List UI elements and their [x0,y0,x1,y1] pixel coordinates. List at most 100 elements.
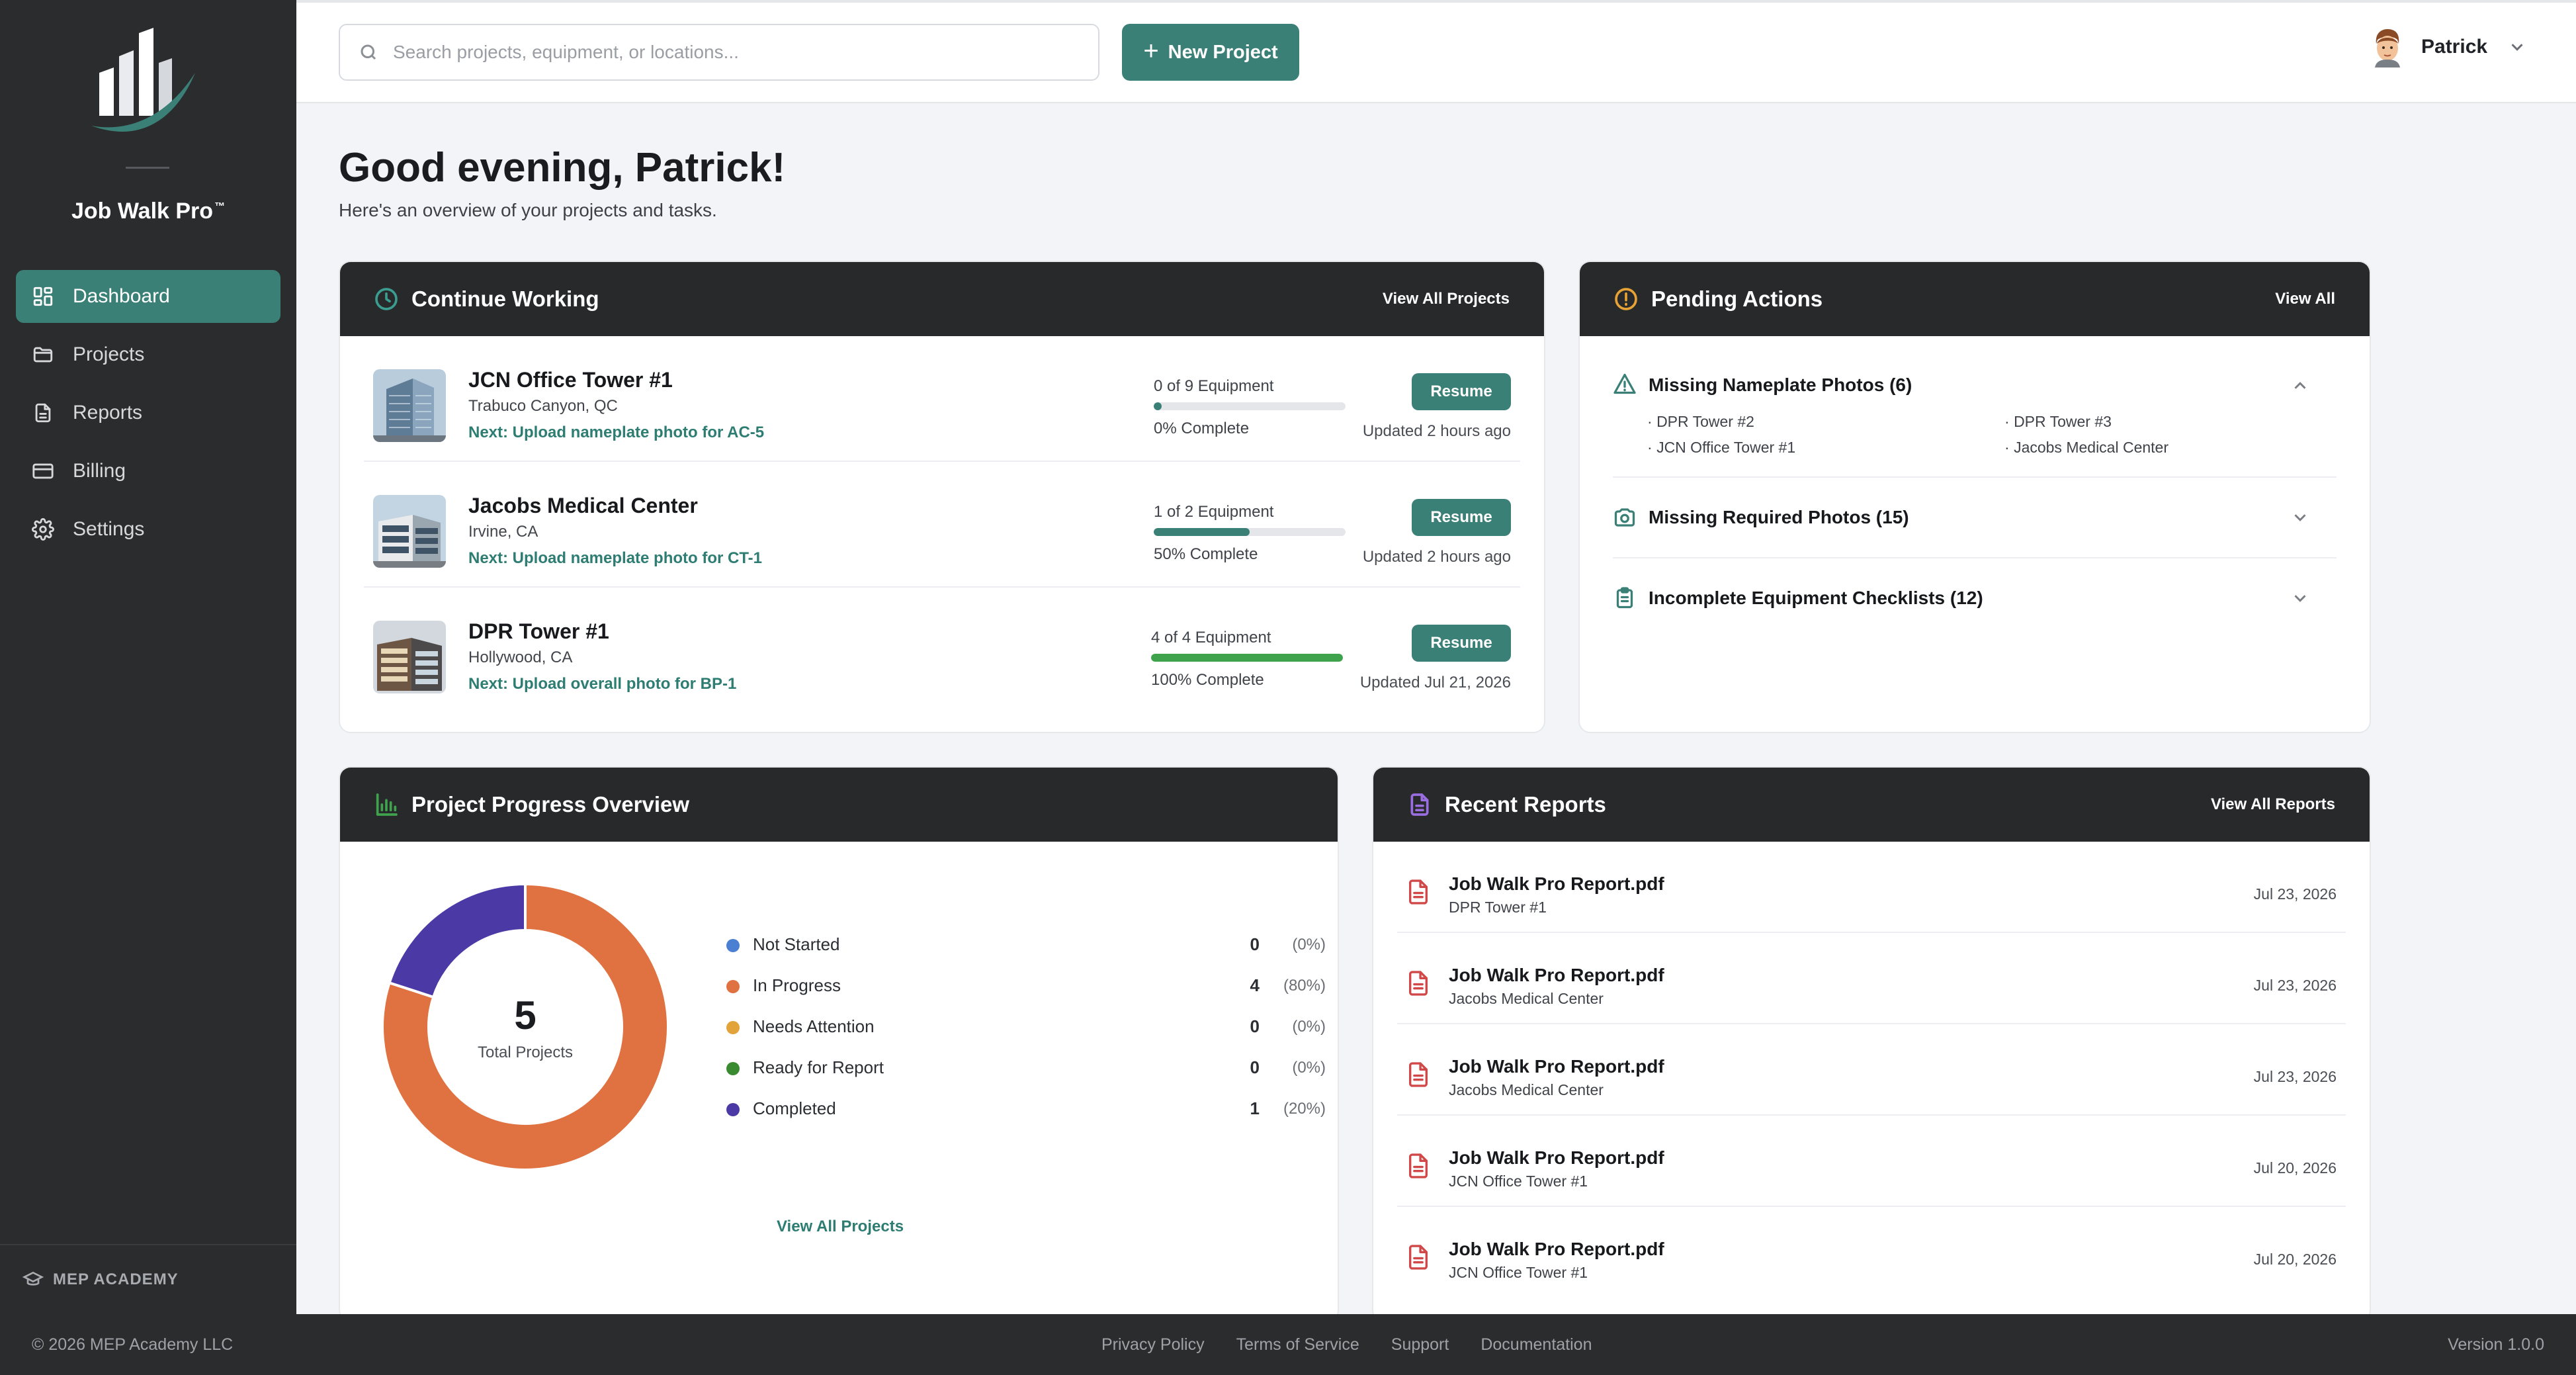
job-walk-pro-logo[interactable] [79,26,212,159]
report-document-icon [1410,793,1429,816]
equipment-count: 1 of 2 Equipment [1154,503,1274,521]
progress-percent: 0% Complete [1154,420,1250,437]
equipment-count: 4 of 4 Equipment [1151,629,1271,646]
project-row[interactable]: Jacobs Medical Center Irvine, CA Next: U… [364,462,1520,588]
card-title: Pending Actions [1651,287,1823,311]
sidebar-item-label: Dashboard [73,285,170,307]
view-all-link[interactable]: View All [2275,290,2335,308]
brand-name: Job Walk Pro ™ [71,199,226,224]
legend-item-completed: Completed 1 (20%) [720,1096,1326,1137]
progress-fill [1154,402,1162,410]
pending-item[interactable]: DPR Tower #3 [2004,413,2335,431]
sidebar-item-settings[interactable]: Settings [16,503,280,556]
project-name: DPR Tower #1 [468,619,609,643]
project-next-step[interactable]: Next: Upload nameplate photo for CT-1 [468,549,762,568]
progress-fill [1151,654,1343,662]
report-file-name: Job Walk Pro Report.pdf [1449,1239,1664,1259]
chevron-up-icon [2294,382,2306,389]
pending-section-header[interactable]: Missing Required Photos (15) [1613,478,2337,557]
legend-dot [726,1103,740,1116]
sidebar: Job Walk Pro ™ Dashboard Projects Reports… [0,0,296,1314]
support-link[interactable]: Support [1391,1335,1449,1354]
continue-working-card: Continue Working View All Projects JCN O… [339,261,1545,733]
sidebar-item-dashboard[interactable]: Dashboard [16,270,280,323]
new-project-button[interactable]: + New Project [1122,24,1299,81]
project-next-step[interactable]: Next: Upload nameplate photo for AC-5 [468,423,764,442]
progress-percent: 100% Complete [1151,671,1264,689]
document-icon [35,403,51,423]
card-title: Recent Reports [1445,792,1606,817]
documentation-link[interactable]: Documentation [1481,1335,1592,1354]
pdf-file-icon [1409,1153,1428,1178]
legend-dot [726,1062,740,1075]
project-row[interactable]: JCN Office Tower #1 Trabuco Canyon, QC N… [364,336,1520,462]
sidebar-item-label: Reports [73,402,143,423]
plus-icon: + [1143,36,1159,66]
project-row[interactable]: DPR Tower #1 Hollywood, CA Next: Upload … [364,588,1520,713]
legend-count: 0 [1250,1016,1260,1036]
terms-of-service-link[interactable]: Terms of Service [1236,1335,1359,1354]
pending-section-header[interactable]: Missing Nameplate Photos (6) [1613,336,2337,401]
legend-item-needs-attention: Needs Attention 0 (0%) [720,1014,1326,1055]
search-box[interactable] [339,24,1099,81]
report-date: Jul 23, 2026 [2253,1068,2337,1085]
report-item[interactable]: Job Walk Pro Report.pdf Jacobs Medical C… [1397,933,2346,1024]
pending-item[interactable]: Jacobs Medical Center [2004,439,2335,457]
progress-percent: 50% Complete [1154,545,1258,563]
user-menu[interactable]: Patrick [2367,26,2527,67]
project-location: Hollywood, CA [468,648,573,666]
sidebar-item-label: Settings [73,518,145,540]
donut-slice-completed[interactable] [388,882,527,999]
project-progress-card: Project Progress Overview 5 Total Projec… [339,766,1339,1322]
card-header: Continue Working View All Projects [340,262,1544,336]
view-all-reports-link[interactable]: View All Reports [2211,795,2335,814]
chevron-down-icon [2294,595,2306,602]
recent-reports-card: Recent Reports View All Reports Job Walk… [1372,766,2371,1322]
legend-count: 0 [1250,1057,1260,1077]
copyright: © 2026 MEP Academy LLC [32,1335,234,1354]
report-file-name: Job Walk Pro Report.pdf [1449,1147,1664,1168]
project-next-step[interactable]: Next: Upload overall photo for BP-1 [468,675,736,693]
privacy-policy-link[interactable]: Privacy Policy [1101,1335,1205,1354]
donut-center: 5 Total Projects [380,993,671,1062]
resume-button[interactable]: Resume [1412,499,1511,536]
page-subtitle: Here's an overview of your projects and … [339,200,717,220]
page-footer: © 2026 MEP Academy LLC Privacy Policy Te… [0,1314,2576,1375]
pending-actions-list: Missing Nameplate Photos (6) DPR Tower #… [1580,336,2370,638]
sidebar-item-label: Billing [73,460,126,482]
report-file-name: Job Walk Pro Report.pdf [1449,965,1664,985]
user-name: Patrick [2421,36,2488,58]
clipboard-icon [1616,587,1633,609]
report-item[interactable]: Job Walk Pro Report.pdf JCN Office Tower… [1397,1116,2346,1207]
updated-time: Updated 2 hours ago [1362,422,1511,440]
resume-button[interactable]: Resume [1412,373,1511,410]
chevron-down-icon [2511,44,2523,51]
dashboard-icon [33,287,53,306]
sidebar-item-projects[interactable]: Projects [16,328,280,381]
pending-item[interactable]: JCN Office Tower #1 [1647,439,2004,457]
pdf-file-icon [1409,1245,1428,1270]
report-item[interactable]: Job Walk Pro Report.pdf DPR Tower #1 Jul… [1397,842,2346,933]
report-item[interactable]: Job Walk Pro Report.pdf JCN Office Tower… [1397,1207,2346,1298]
report-project: JCN Office Tower #1 [1449,1173,1588,1190]
legend-count: 4 [1250,975,1260,995]
legend-percent: (0%) [1292,936,1326,954]
progress-bar [1154,402,1346,410]
resume-button[interactable]: Resume [1412,625,1511,662]
report-project: Jacobs Medical Center [1449,990,1604,1007]
credit-card-icon [32,463,54,479]
pending-section-header[interactable]: Incomplete Equipment Checklists (12) [1613,558,2337,638]
pending-section-title: Missing Nameplate Photos (6) [1649,375,1912,395]
mep-academy-link[interactable]: MEP ACADEMY [22,1269,179,1290]
report-item[interactable]: Job Walk Pro Report.pdf Jacobs Medical C… [1397,1024,2346,1116]
logo-divider [126,167,169,169]
legend-item-not-started: Not Started 0 (0%) [720,932,1326,973]
search-input[interactable] [393,42,1054,63]
view-all-projects-link[interactable]: View All Projects [340,1218,1338,1236]
view-all-projects-link[interactable]: View All Projects [1383,290,1510,308]
sidebar-item-reports[interactable]: Reports [16,386,280,439]
sidebar-item-billing[interactable]: Billing [16,445,280,498]
pending-item[interactable]: DPR Tower #2 [1647,413,2004,431]
total-projects-label: Total Projects [477,1043,574,1061]
card-header: Recent Reports View All Reports [1373,768,2370,842]
